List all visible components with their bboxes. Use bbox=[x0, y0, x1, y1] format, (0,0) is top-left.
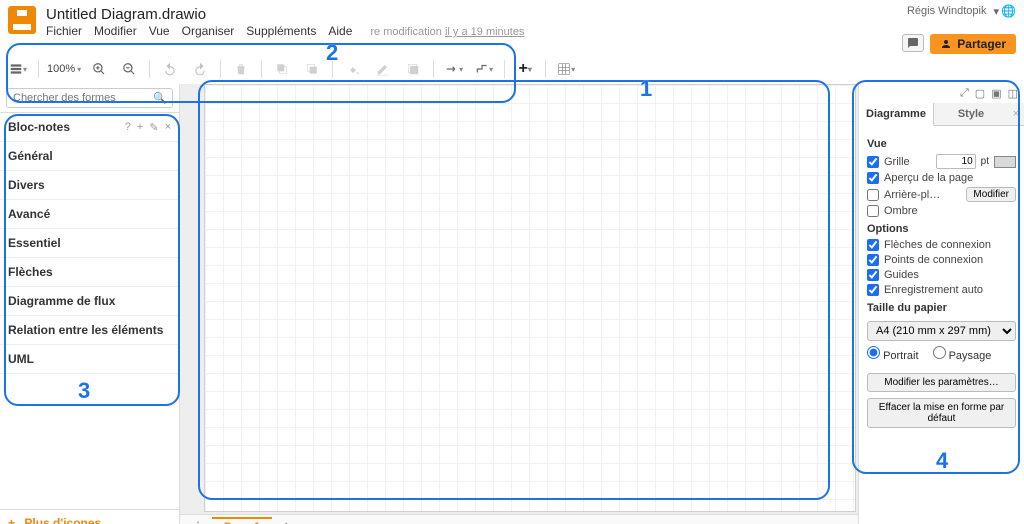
drawing-canvas[interactable] bbox=[204, 84, 856, 512]
to-front-icon[interactable] bbox=[270, 58, 294, 80]
grid-size-input[interactable] bbox=[936, 154, 976, 169]
category-arrows[interactable]: Flèches bbox=[0, 258, 179, 287]
background-modify-button[interactable]: Modifier bbox=[966, 187, 1016, 202]
zoom-out-icon[interactable] bbox=[117, 58, 141, 80]
grid-checkbox[interactable] bbox=[867, 156, 879, 168]
globe-icon[interactable]: 🌐 bbox=[1001, 4, 1016, 18]
section-options: Options bbox=[867, 223, 1016, 235]
fullscreen-icon[interactable]: ⤢ bbox=[960, 87, 969, 100]
menu-view[interactable]: Vue bbox=[149, 24, 170, 38]
undo-icon[interactable] bbox=[158, 58, 182, 80]
add-page-button[interactable]: + bbox=[274, 518, 298, 524]
shapes-search-input[interactable] bbox=[6, 88, 173, 108]
scratchpad-help-icon[interactable]: ? bbox=[125, 121, 131, 134]
category-flowchart[interactable]: Diagramme de flux bbox=[0, 287, 179, 316]
grid-color-swatch[interactable] bbox=[994, 156, 1016, 168]
tab-diagram[interactable]: Diagramme bbox=[859, 103, 934, 126]
redo-icon[interactable] bbox=[188, 58, 212, 80]
clear-format-button[interactable]: Effacer la mise en forme par défaut bbox=[867, 398, 1016, 428]
fill-color-icon[interactable] bbox=[341, 58, 365, 80]
grid-label: Grille bbox=[884, 156, 931, 168]
zoom-in-icon[interactable] bbox=[87, 58, 111, 80]
delete-icon[interactable] bbox=[229, 58, 253, 80]
user-name[interactable]: Régis Windtopik ▾ 🌐 bbox=[907, 4, 1016, 18]
conn-arrows-checkbox[interactable] bbox=[867, 239, 879, 251]
category-scratchpad[interactable]: Bloc-notes ? + ✎ × bbox=[0, 113, 179, 142]
scratchpad-add-icon[interactable]: + bbox=[137, 121, 143, 134]
shape-categories: Bloc-notes ? + ✎ × Général Divers Avancé… bbox=[0, 113, 179, 509]
more-shapes-button[interactable]: + Plus d'icones… bbox=[0, 509, 179, 524]
app-logo bbox=[8, 6, 36, 34]
conn-points-checkbox[interactable] bbox=[867, 254, 879, 266]
section-paper: Taille du papier bbox=[867, 302, 1016, 314]
page-tab-1[interactable]: Page-1 bbox=[212, 517, 272, 524]
category-basic[interactable]: Essentiel bbox=[0, 229, 179, 258]
category-general[interactable]: Général bbox=[0, 142, 179, 171]
to-back-icon[interactable] bbox=[300, 58, 324, 80]
canvas-area: ⋮ Page-1 + bbox=[180, 84, 858, 524]
table-icon[interactable]: ▾ bbox=[554, 58, 578, 80]
close-format-icon[interactable]: × bbox=[1008, 103, 1024, 125]
shadow-checkbox[interactable] bbox=[867, 205, 879, 217]
document-title[interactable]: Untitled Diagram.drawio bbox=[46, 4, 902, 24]
menu-help[interactable]: Aide bbox=[328, 24, 352, 38]
pageview-checkbox[interactable] bbox=[867, 172, 879, 184]
comments-button[interactable] bbox=[902, 34, 924, 52]
insert-icon[interactable]: +▾ bbox=[513, 58, 537, 80]
portrait-radio[interactable]: Portrait bbox=[867, 346, 919, 362]
background-label: Arrière-pl… bbox=[884, 189, 961, 201]
scratchpad-close-icon[interactable]: × bbox=[165, 121, 171, 134]
reset-view-icon[interactable]: ▢ bbox=[975, 87, 985, 100]
category-er[interactable]: Relation entre les éléments bbox=[0, 316, 179, 345]
scratchpad-edit-icon[interactable]: ✎ bbox=[149, 121, 158, 134]
menu-arrange[interactable]: Organiser bbox=[182, 24, 235, 38]
menu-edit[interactable]: Modifier bbox=[94, 24, 137, 38]
share-button[interactable]: Partager bbox=[930, 34, 1016, 54]
zoom-select[interactable]: 100%▾ bbox=[47, 63, 81, 75]
landscape-radio[interactable]: Paysage bbox=[933, 346, 992, 362]
autosave-checkbox[interactable] bbox=[867, 284, 879, 296]
pageview-label: Aperçu de la page bbox=[884, 172, 1016, 184]
page-menu-icon[interactable]: ⋮ bbox=[186, 519, 210, 524]
guides-checkbox[interactable] bbox=[867, 269, 879, 281]
last-modified[interactable]: re modification il y a 19 minutes bbox=[370, 26, 524, 38]
edit-params-button[interactable]: Modifier les paramètres… bbox=[867, 373, 1016, 392]
outline-icon[interactable]: ▣ bbox=[991, 87, 1001, 100]
shadow-label: Ombre bbox=[884, 205, 1016, 217]
shadow-icon[interactable] bbox=[401, 58, 425, 80]
category-advanced[interactable]: Avancé bbox=[0, 200, 179, 229]
search-icon: 🔍 bbox=[153, 92, 167, 105]
toolbar: ▾ 100%▾ ▾ ▾ +▾ ▾ bbox=[0, 54, 1024, 84]
menu-extras[interactable]: Suppléments bbox=[246, 24, 316, 38]
page-tabs: ⋮ Page-1 + bbox=[180, 514, 858, 524]
menu-file[interactable]: Fichier bbox=[46, 24, 82, 38]
connection-icon[interactable]: ▾ bbox=[442, 58, 466, 80]
line-color-icon[interactable] bbox=[371, 58, 395, 80]
shapes-sidebar: 🔍 Bloc-notes ? + ✎ × Général Divers Avan… bbox=[0, 84, 180, 524]
section-view: Vue bbox=[867, 138, 1016, 150]
titlebar: Untitled Diagram.drawio Fichier Modifier… bbox=[0, 0, 1024, 54]
category-misc[interactable]: Divers bbox=[0, 171, 179, 200]
waypoint-icon[interactable]: ▾ bbox=[472, 58, 496, 80]
tab-style[interactable]: Style bbox=[934, 103, 1008, 125]
category-uml[interactable]: UML bbox=[0, 345, 179, 374]
background-checkbox[interactable] bbox=[867, 189, 879, 201]
format-panel: ⤢ ▢ ▣ ◫ Diagramme Style × Vue Grille pt … bbox=[858, 84, 1024, 524]
paper-size-select[interactable]: A4 (210 mm x 297 mm) bbox=[867, 321, 1016, 341]
menubar: Fichier Modifier Vue Organiser Supplémen… bbox=[46, 24, 902, 38]
sidebar-toggle-icon[interactable]: ▾ bbox=[6, 58, 30, 80]
format-toggle-icon[interactable]: ◫ bbox=[1008, 87, 1018, 100]
